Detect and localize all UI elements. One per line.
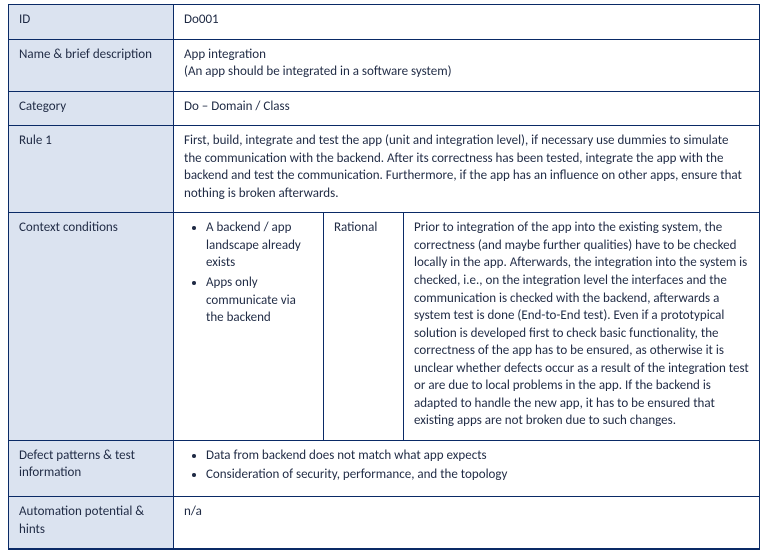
list-item: Data from backend does not match what ap… [206,447,749,467]
value-automation: n/a [174,497,760,550]
label-context: Context conditions [9,213,174,441]
row-automation: Automation potential & hints n/a [9,497,760,550]
name-subtitle: (An app should be integrated in a softwa… [184,64,452,79]
value-category: Do – Domain / Class [174,91,760,126]
defect-list: Data from backend does not match what ap… [184,447,749,486]
list-item: Apps only communicate via the backend [206,274,313,329]
list-item: A backend / app landscape already exists [206,219,313,274]
row-rule1: Rule 1 First, build, integrate and test … [9,126,760,213]
label-automation: Automation potential & hints [9,497,174,550]
context-list: A backend / app landscape already exists… [184,219,313,328]
label-category: Category [9,91,174,126]
value-id: Do001 [174,5,760,40]
name-title: App integration [184,47,266,62]
value-name-desc: App integration (An app should be integr… [174,39,760,91]
row-context: Context conditions A backend / app lands… [9,213,760,441]
value-rule1: First, build, integrate and test the app… [174,126,760,213]
label-rule1: Rule 1 [9,126,174,213]
row-id: ID Do001 [9,5,760,40]
label-defect: Defect patterns & test information [9,440,174,496]
value-context: A backend / app landscape already exists… [174,213,324,441]
row-defect: Defect patterns & test information Data … [9,440,760,496]
row-name-desc: Name & brief description App integration… [9,39,760,91]
label-name-desc: Name & brief description [9,39,174,91]
value-defect: Data from backend does not match what ap… [174,440,760,496]
spec-table: ID Do001 Name & brief description App in… [8,4,760,550]
label-id: ID [9,5,174,40]
row-category: Category Do – Domain / Class [9,91,760,126]
value-rational: Prior to integration of the app into the… [404,213,760,441]
list-item: Consideration of security, performance, … [206,466,749,486]
label-rational: Rational [324,213,404,441]
